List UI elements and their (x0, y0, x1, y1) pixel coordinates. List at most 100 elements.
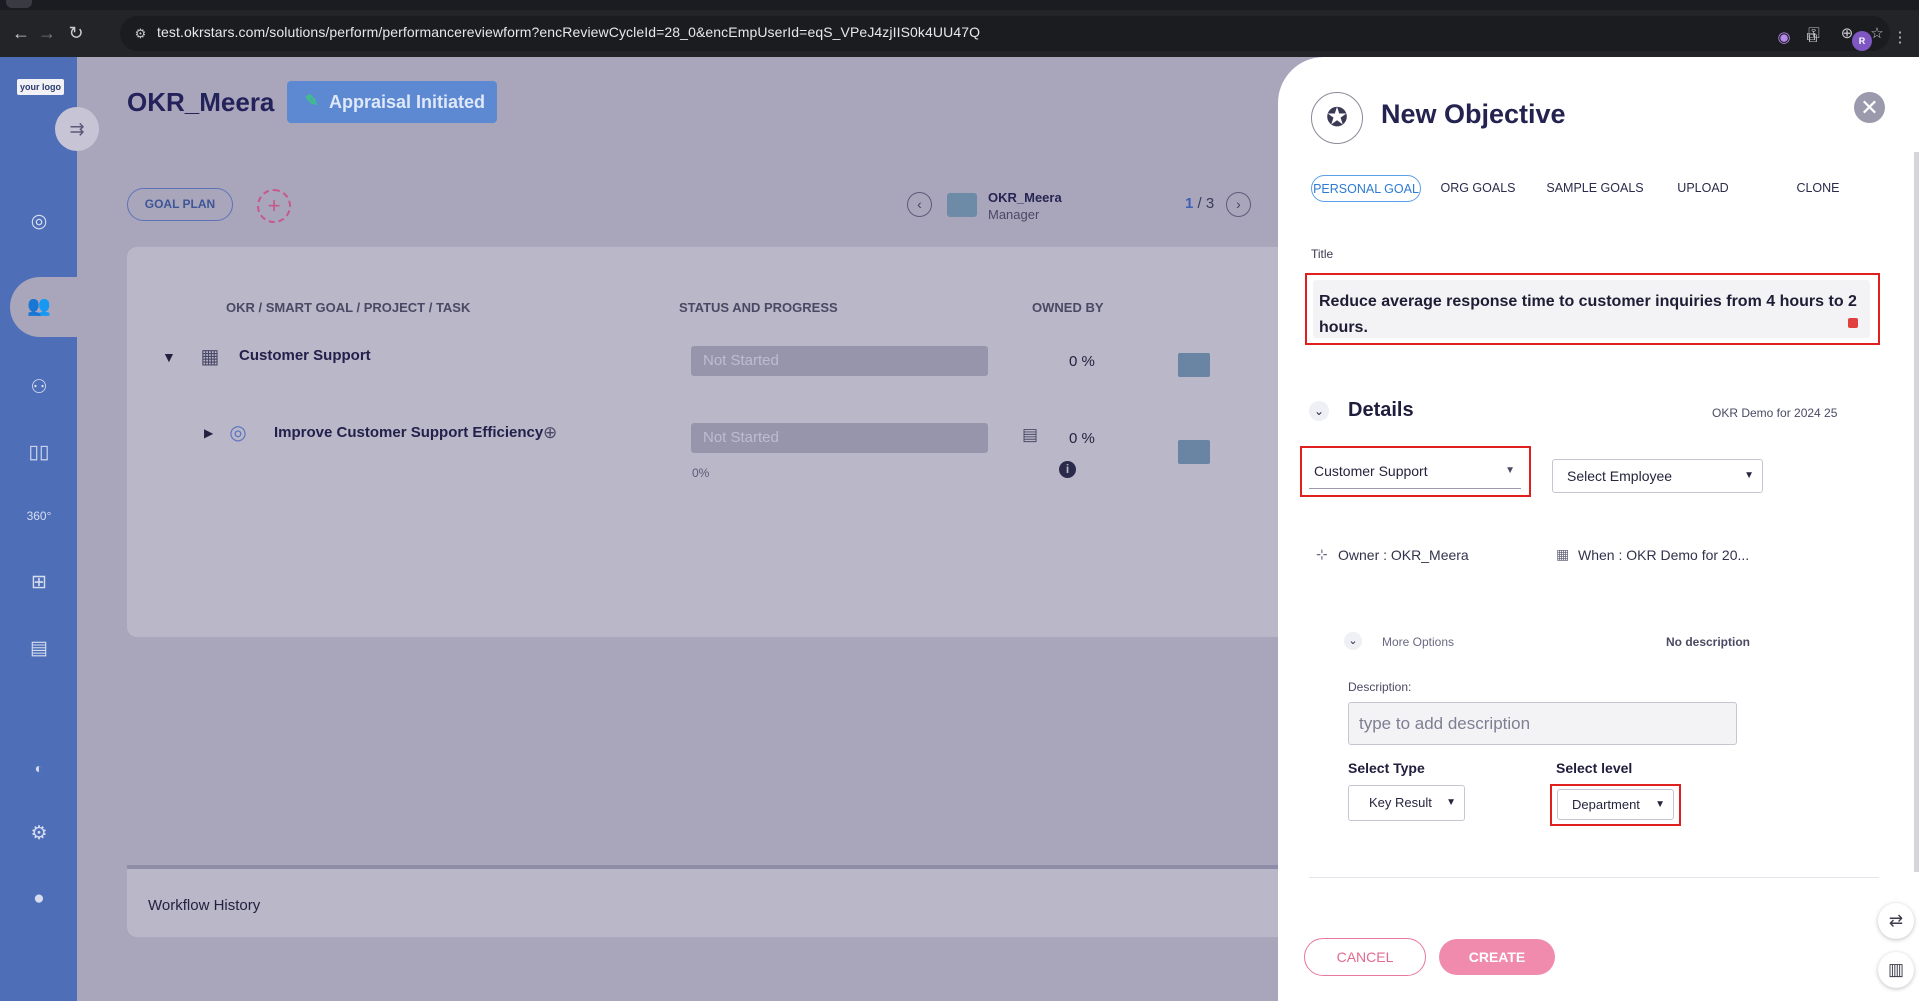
appraisal-status-label: Appraisal Initiated (329, 92, 486, 112)
sidebar-item-team-active[interactable]: 👥 (10, 277, 77, 337)
owner-text[interactable]: Owner : OKR_Meera (1338, 547, 1469, 563)
level-select[interactable]: Department ▼ (1557, 789, 1674, 820)
next-employee-button[interactable]: › (1226, 192, 1251, 217)
row-title[interactable]: Improve Customer Support Efficiency (274, 424, 543, 441)
tab-org-goals[interactable]: ORG GOALS (1438, 175, 1518, 202)
url-text[interactable]: test.okrstars.com/solutions/perform/perf… (157, 24, 980, 40)
drawer-scrollbar[interactable] (1914, 152, 1919, 872)
user-icon[interactable]: ● (26, 886, 52, 912)
tab-sample-goals[interactable]: SAMPLE GOALS (1540, 175, 1650, 202)
row-collapse-caret[interactable]: ▼ (162, 349, 176, 365)
target-icon[interactable]: ◎ (26, 209, 52, 235)
level-select-value: Department (1572, 797, 1640, 812)
tab-clone[interactable]: CLONE (1783, 175, 1853, 202)
brand-logo: your logo (17, 79, 64, 95)
book-icon[interactable]: ▯▯ (26, 440, 52, 466)
owner-avatar (1178, 353, 1210, 377)
back-icon[interactable]: ← (8, 20, 34, 46)
pager-current: 1 (1185, 195, 1194, 212)
info-icon[interactable]: i (1059, 461, 1076, 478)
goal-plan-button[interactable]: GOAL PLAN (127, 188, 233, 221)
close-icon[interactable]: ✕ (1854, 92, 1885, 123)
employee-select[interactable]: Select Employee ▼ (1552, 459, 1763, 493)
title-input[interactable]: Reduce average response time to customer… (1313, 280, 1870, 338)
employee-name: OKR_Meera (988, 190, 1062, 205)
level-highlight: Department ▼ (1550, 784, 1681, 826)
tab-personal-goal[interactable]: PERSONAL GOAL (1311, 175, 1421, 202)
collapse-sidebar-button[interactable]: ⇉ (55, 107, 99, 151)
when-text[interactable]: When : OKR Demo for 20... (1578, 547, 1749, 563)
description-input[interactable]: type to add description (1348, 702, 1737, 745)
chevron-down-icon: ▼ (1505, 465, 1515, 476)
employee-role: Manager (988, 207, 1040, 222)
extension-brain-icon[interactable]: ◉ (1773, 27, 1795, 49)
title-highlight: Reduce average response time to customer… (1305, 273, 1880, 345)
objective-icon: ▦ (200, 346, 220, 368)
page-title: OKR_Meera (127, 87, 275, 117)
translate-icon[interactable]: ⇄ (1878, 903, 1914, 939)
row-expand-caret[interactable]: ▶ (204, 426, 213, 440)
row-title[interactable]: Customer Support (239, 347, 371, 364)
column-header-status: STATUS AND PROGRESS (679, 300, 838, 315)
form-icon[interactable]: ▤ (26, 636, 52, 662)
profile-avatar[interactable]: R (1852, 31, 1872, 51)
no-description-label: No description (1666, 635, 1751, 649)
site-info-icon[interactable]: ⚙ (132, 25, 149, 42)
more-options-chevron-icon[interactable]: ⌄ (1344, 632, 1362, 650)
address-bar[interactable]: ⚙ test.okrstars.com/solutions/perform/pe… (120, 16, 1890, 51)
progress-percent: 0 % (1069, 353, 1095, 370)
reader-icon[interactable]: ▥ (1878, 952, 1914, 988)
progress-percent: 0 % (1069, 430, 1095, 447)
department-select[interactable]: Customer Support ▼ (1309, 453, 1521, 489)
details-chevron-icon[interactable]: ⌄ (1309, 401, 1329, 421)
previous-employee-button[interactable]: ‹ (907, 192, 932, 217)
owner-avatar (1178, 440, 1210, 464)
status-progress-bar: Not Started (691, 423, 988, 453)
globe-icon[interactable]: ⊕ (543, 423, 557, 443)
select-level-label: Select level (1556, 760, 1633, 776)
create-button[interactable]: CREATE (1439, 939, 1555, 975)
tab-upload[interactable]: UPLOAD (1668, 175, 1738, 202)
type-select[interactable]: Key Result ▼ (1348, 785, 1465, 821)
workflow-history-panel[interactable]: Workflow History (127, 865, 1377, 937)
details-heading: Details (1348, 399, 1414, 421)
new-objective-drawer: ✪ New Objective ✕ PERSONAL GOAL ORG GOAL… (1278, 57, 1919, 1001)
title-value: Reduce average response time to customer… (1319, 293, 1857, 336)
people-icon[interactable]: ⚇ (26, 375, 52, 401)
app-sidebar: your logo ◎ 👥 ⚇ ▯▯ 360° ⊞ ▤ ◐ ⚙ ● (0, 57, 77, 1001)
column-header-okr: OKR / SMART GOAL / PROJECT / TASK (226, 300, 471, 315)
key-result-target-icon: ◎ (229, 422, 247, 444)
browser-menu-icon[interactable]: ⋮ (1889, 27, 1911, 49)
title-label: Title (1311, 247, 1334, 261)
department-highlight: Customer Support ▼ (1300, 446, 1531, 497)
pager-count: 1 / 3 (1185, 195, 1214, 212)
workflow-history-label: Workflow History (148, 897, 261, 914)
reload-icon[interactable]: ↻ (63, 20, 89, 46)
org-chart-icon: ⊹ (1316, 546, 1328, 562)
status-progress-bar: Not Started (691, 346, 988, 376)
chevron-down-icon: ▼ (1446, 797, 1456, 808)
view-icon[interactable]: ◐ (26, 755, 52, 781)
objective-star-icon: ✪ (1311, 92, 1363, 144)
forward-icon[interactable]: → (34, 20, 60, 46)
team-icon: 👥 (27, 296, 51, 317)
degree-360-icon[interactable]: 360° (26, 503, 52, 529)
cancel-button[interactable]: CANCEL (1304, 938, 1426, 976)
type-select-value: Key Result (1369, 795, 1432, 810)
add-goal-button[interactable]: + (257, 189, 291, 223)
description-label: Description: (1348, 680, 1412, 694)
tab-strip (0, 0, 1919, 10)
settings-icon[interactable]: ⚙ (26, 821, 52, 847)
cycle-label: OKR Demo for 2024 25 (1712, 406, 1838, 420)
calendar-icon: ▦ (1556, 546, 1570, 562)
divider (1309, 877, 1879, 878)
department-value: Customer Support (1314, 463, 1428, 479)
pager-total: / 3 (1197, 195, 1215, 212)
org-chart-icon[interactable]: ⊞ (26, 570, 52, 596)
notes-icon[interactable]: ▤ (1022, 425, 1038, 445)
extensions-puzzle-icon[interactable]: ⧉ (1801, 27, 1823, 49)
browser-tab[interactable] (6, 0, 32, 8)
browser-toolbar: ← → ↻ ⚙ test.okrstars.com/solutions/perf… (0, 10, 1919, 57)
appraisal-status-button[interactable]: ✎ Appraisal Initiated (287, 81, 497, 123)
more-options-label[interactable]: More Options (1382, 635, 1454, 649)
